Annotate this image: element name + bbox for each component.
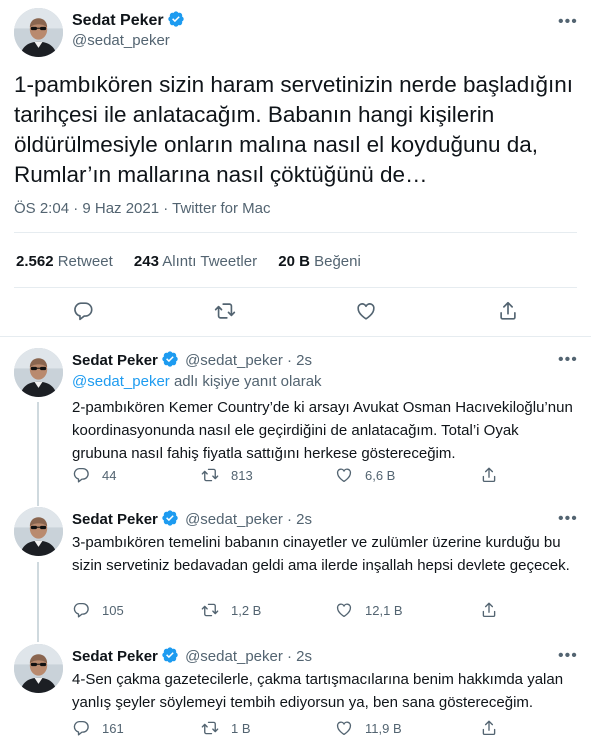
main-author-name-text: Sedat Peker: [72, 12, 164, 29]
like-action[interactable]: 12,1 B: [335, 601, 403, 619]
retweet-action[interactable]: 813: [201, 466, 253, 484]
reply-count: 44: [102, 467, 117, 483]
retweet-icon: [201, 466, 219, 484]
more-icon[interactable]: •••: [558, 352, 578, 368]
like-count: 6,6 B: [365, 467, 396, 483]
quote-count[interactable]: 243: [134, 253, 159, 270]
like-count: 11,9 B: [365, 720, 402, 736]
reply-icon[interactable]: [72, 300, 94, 322]
retweet-count: 1 B: [231, 720, 251, 736]
retweet-action[interactable]: 1,2 B: [201, 601, 261, 619]
reply-header: Sedat Peker @sedat_peker · 2s: [72, 509, 312, 528]
more-icon[interactable]: •••: [558, 14, 578, 30]
reply-action[interactable]: 105: [72, 601, 124, 619]
reply-count: 161: [102, 720, 124, 736]
replying-to: @sedat_peker adlı kişiye yanıt olarak: [72, 373, 322, 390]
reply-action[interactable]: 161: [72, 719, 124, 737]
reply-text: 2-pambıkören Kemer Country’de ki arsayı …: [72, 399, 573, 462]
divider: [0, 336, 591, 337]
engagement-stats: 2.562 Retweet 243 Alıntı Tweetler 20 B B…: [16, 253, 378, 270]
reply-icon: [72, 601, 90, 619]
share-icon: [480, 601, 498, 619]
like-icon: [335, 466, 353, 484]
verified-badge-icon: [161, 509, 179, 527]
reply-author-handle[interactable]: @sedat_peker · 2s: [185, 352, 312, 369]
reply-avatar[interactable]: [14, 507, 63, 556]
share-icon: [480, 719, 498, 737]
like-icon[interactable]: [355, 300, 377, 322]
reply-header: Sedat Peker @sedat_peker · 2s: [72, 646, 312, 665]
share-icon: [480, 466, 498, 484]
replying-to-handle[interactable]: @sedat_peker: [72, 373, 170, 390]
retweet-label[interactable]: Retweet: [58, 253, 113, 270]
reply-icon: [72, 719, 90, 737]
like-label[interactable]: Beğeni: [314, 253, 361, 270]
retweet-count[interactable]: 2.562: [16, 253, 54, 270]
like-action[interactable]: 11,9 B: [335, 719, 402, 737]
like-icon: [335, 719, 353, 737]
reply-author-name[interactable]: Sedat Peker: [72, 511, 158, 528]
main-author-name[interactable]: Sedat Peker: [72, 10, 185, 30]
reply-author-handle[interactable]: @sedat_peker · 2s: [185, 511, 312, 528]
reply-author-name[interactable]: Sedat Peker: [72, 352, 158, 369]
share-icon[interactable]: [497, 300, 519, 322]
divider: [14, 232, 577, 233]
quote-label[interactable]: Alıntı Tweetler: [162, 253, 257, 270]
reply-action[interactable]: 44: [72, 466, 116, 484]
main-avatar[interactable]: [14, 8, 63, 57]
reply-header: Sedat Peker @sedat_peker · 2s: [72, 350, 312, 369]
retweet-count: 813: [231, 467, 253, 483]
share-action[interactable]: [480, 719, 510, 737]
reply-icon: [72, 466, 90, 484]
retweet-icon: [201, 719, 219, 737]
verified-badge-icon: [161, 646, 179, 664]
main-author-handle[interactable]: @sedat_peker: [72, 32, 170, 49]
main-tweet-meta[interactable]: ÖS 2:04 · 9 Haz 2021 · Twitter for Mac: [14, 200, 271, 217]
thread-line: [37, 402, 39, 506]
thread-line: [37, 562, 39, 642]
reply-text: 3-pambıkören temelini babanın cinayetler…: [72, 534, 570, 574]
reply-avatar[interactable]: [14, 644, 63, 693]
verified-badge-icon: [167, 10, 185, 28]
more-icon[interactable]: •••: [558, 648, 578, 664]
reply-author-name[interactable]: Sedat Peker: [72, 648, 158, 665]
retweet-icon[interactable]: [214, 300, 236, 322]
main-tweet-text: 1-pambıkören sizin haram servetinizin ne…: [14, 72, 574, 187]
reply-avatar[interactable]: [14, 348, 63, 397]
divider: [14, 287, 577, 288]
replying-to-text: adlı kişiye yanıt olarak: [169, 373, 322, 390]
verified-badge-icon: [161, 350, 179, 368]
like-count: 12,1 B: [365, 602, 403, 618]
share-action[interactable]: [480, 466, 510, 484]
reply-text: 4-Sen çakma gazetecilerle, çakma tartışm…: [72, 671, 564, 711]
more-icon[interactable]: •••: [558, 511, 578, 527]
retweet-count: 1,2 B: [231, 602, 262, 618]
retweet-icon: [201, 601, 219, 619]
like-count[interactable]: 20 B: [278, 253, 310, 270]
like-action[interactable]: 6,6 B: [335, 466, 395, 484]
reply-author-handle[interactable]: @sedat_peker · 2s: [185, 648, 312, 665]
retweet-action[interactable]: 1 B: [201, 719, 251, 737]
reply-count: 105: [102, 602, 124, 618]
share-action[interactable]: [480, 601, 510, 619]
like-icon: [335, 601, 353, 619]
